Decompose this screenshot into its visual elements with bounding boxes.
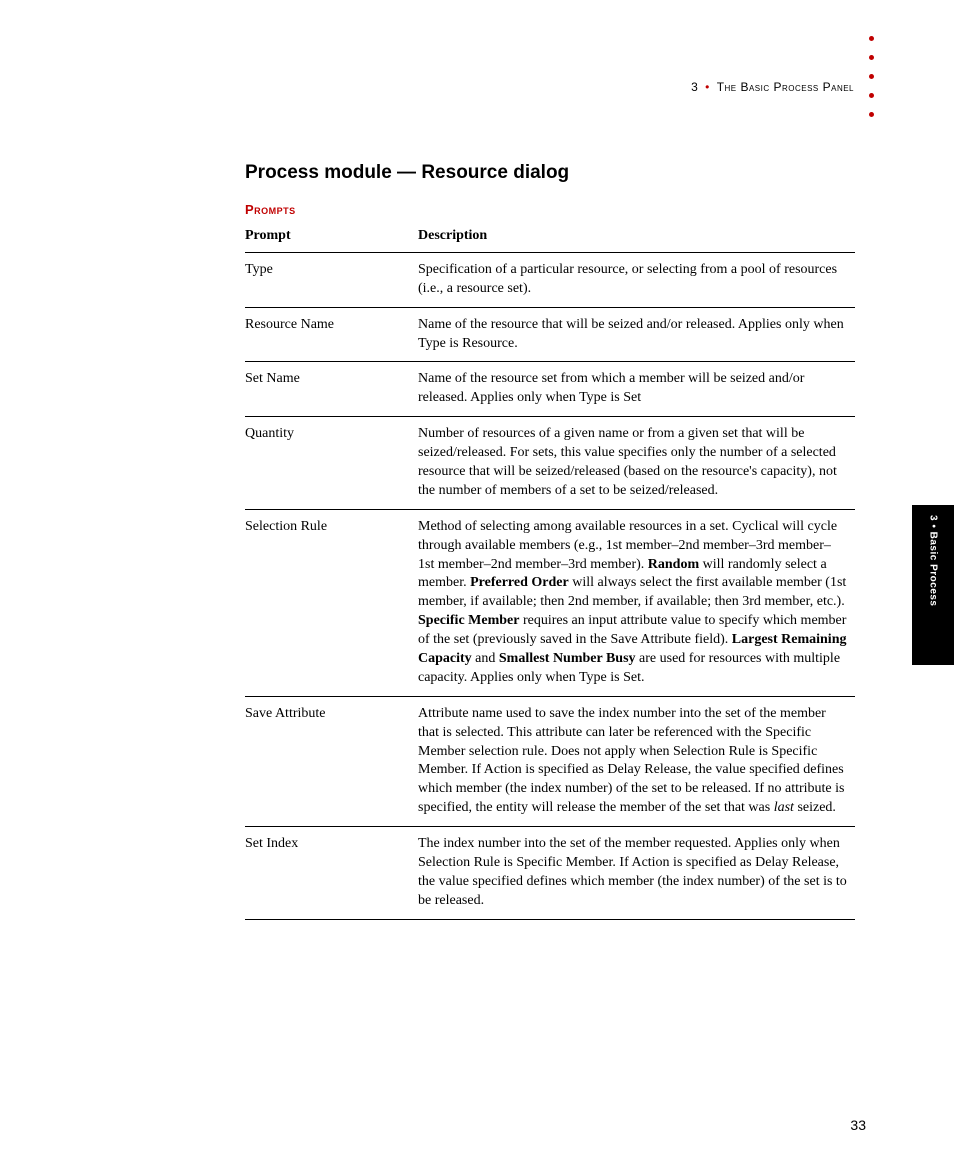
description-cell: The index number into the set of the mem…	[418, 827, 855, 920]
chapter-title: The Basic Process Panel	[717, 80, 854, 94]
prompt-cell: Type	[245, 252, 418, 307]
decorative-dots	[869, 36, 874, 117]
col-header-prompt: Prompt	[245, 221, 418, 252]
separator-bullet: •	[705, 80, 710, 94]
description-cell: Name of the resource set from which a me…	[418, 362, 855, 417]
description-cell: Number of resources of a given name or f…	[418, 417, 855, 510]
table-row: Save AttributeAttribute name used to sav…	[245, 696, 855, 826]
chapter-number: 3	[691, 80, 698, 94]
table-row: QuantityNumber of resources of a given n…	[245, 417, 855, 510]
prompt-cell: Save Attribute	[245, 696, 418, 826]
page: 3 • The Basic Process Panel Process modu…	[0, 0, 954, 1163]
prompt-cell: Set Name	[245, 362, 418, 417]
description-cell: Method of selecting among available reso…	[418, 509, 855, 696]
prompt-cell: Resource Name	[245, 307, 418, 362]
table-row: TypeSpecification of a particular resour…	[245, 252, 855, 307]
prompt-cell: Quantity	[245, 417, 418, 510]
col-header-description: Description	[418, 221, 855, 252]
page-number: 33	[850, 1117, 866, 1133]
prompts-subhead: Prompts	[245, 202, 874, 217]
running-header: 3 • The Basic Process Panel	[691, 80, 854, 94]
prompts-table: Prompt Description TypeSpecification of …	[245, 221, 855, 920]
description-cell: Name of the resource that will be seized…	[418, 307, 855, 362]
description-cell: Attribute name used to save the index nu…	[418, 696, 855, 826]
table-row: Resource NameName of the resource that w…	[245, 307, 855, 362]
table-row: Selection RuleMethod of selecting among …	[245, 509, 855, 696]
prompt-cell: Selection Rule	[245, 509, 418, 696]
table-row: Set IndexThe index number into the set o…	[245, 827, 855, 920]
table-row: Set NameName of the resource set from wh…	[245, 362, 855, 417]
section-title: Process module — Resource dialog	[245, 162, 874, 184]
description-cell: Specification of a particular resource, …	[418, 252, 855, 307]
side-tab-label: 3 • Basic Process	[928, 515, 939, 607]
side-tab: 3 • Basic Process	[912, 505, 954, 665]
prompt-cell: Set Index	[245, 827, 418, 920]
